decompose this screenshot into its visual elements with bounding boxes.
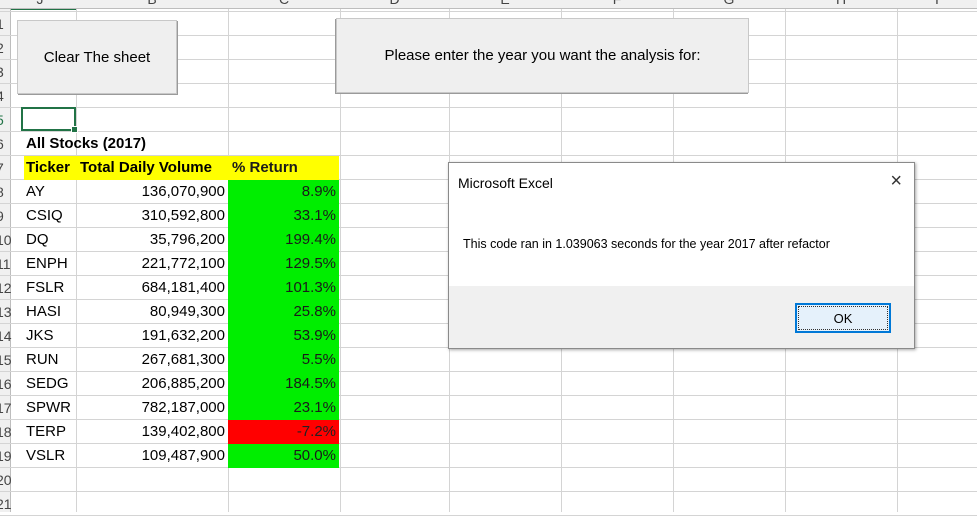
ticker-cell: HASI xyxy=(26,303,62,320)
volume-cell: 221,772,100 xyxy=(141,255,225,272)
return-cell: 199.4% xyxy=(228,228,339,252)
row-header-20[interactable]: 20 xyxy=(0,468,12,492)
close-icon[interactable]: × xyxy=(890,171,902,191)
row-header-19[interactable]: 19 xyxy=(0,444,12,468)
row-header-2[interactable]: 2 xyxy=(0,36,12,60)
row-gridline xyxy=(0,107,977,108)
row-header-9[interactable]: 9 xyxy=(0,204,12,228)
ticker-cell: JKS xyxy=(26,327,54,344)
ok-button[interactable]: OK xyxy=(795,303,891,333)
row-header-6[interactable]: 6 xyxy=(0,132,12,156)
header-ticker: Ticker xyxy=(26,159,70,176)
row-header-3[interactable]: 3 xyxy=(0,60,12,84)
row-header-4[interactable]: 4 xyxy=(0,84,12,108)
volume-cell: 267,681,300 xyxy=(141,351,225,368)
return-cell: 53.9% xyxy=(228,324,339,348)
message-dialog[interactable]: Microsoft Excel × This code ran in 1.039… xyxy=(448,162,915,349)
enter-year-button[interactable]: Please enter the year you want the analy… xyxy=(336,18,749,93)
column-letter: C xyxy=(228,0,340,7)
column-header-f[interactable]: F xyxy=(561,0,673,9)
ticker-cell: TERP xyxy=(26,423,67,440)
dialog-footer: OK xyxy=(449,286,914,348)
column-letter: I xyxy=(897,0,977,7)
volume-cell: 35,796,200 xyxy=(149,231,225,248)
row-header-14[interactable]: 14 xyxy=(0,324,12,348)
volume-cell: 782,187,000 xyxy=(141,399,225,416)
row-header-5[interactable]: 5 xyxy=(0,108,12,132)
header-total-daily-volume: Total Daily Volume xyxy=(80,159,212,176)
return-cell: 101.3% xyxy=(228,276,339,300)
return-cell: 8.9% xyxy=(228,180,339,204)
column-header-b[interactable]: B xyxy=(76,0,228,9)
ticker-cell: ENPH xyxy=(26,255,68,272)
row-header-15[interactable]: 15 xyxy=(0,348,12,372)
column-header-h[interactable]: H xyxy=(785,0,897,9)
ticker-cell: SEDG xyxy=(26,375,69,392)
row-header-11[interactable]: 11 xyxy=(0,252,12,276)
ticker-cell: SPWR xyxy=(26,399,71,416)
ticker-cell: AY xyxy=(26,183,45,200)
row-header-1[interactable]: 1 xyxy=(0,12,12,36)
row-header-17[interactable]: 17 xyxy=(0,396,12,420)
row-header-8[interactable]: 8 xyxy=(0,180,12,204)
return-cell: -7.2% xyxy=(228,420,339,444)
row-header-13[interactable]: 13 xyxy=(0,300,12,324)
dialog-title: Microsoft Excel xyxy=(458,175,553,191)
column-letter: J xyxy=(0,0,80,7)
dialog-message: This code ran in 1.039063 seconds for th… xyxy=(463,237,830,251)
active-cell-a5[interactable] xyxy=(21,107,78,133)
column-header-j[interactable]: J xyxy=(0,0,80,9)
row-header-10[interactable]: 10 xyxy=(0,228,12,252)
column-letter: F xyxy=(561,0,673,7)
return-cell: 129.5% xyxy=(228,252,339,276)
volume-cell: 191,632,200 xyxy=(141,327,225,344)
column-header-i[interactable]: I xyxy=(897,0,977,9)
volume-cell: 310,592,800 xyxy=(141,207,225,224)
row-gridline xyxy=(0,11,977,12)
volume-cell: 109,487,900 xyxy=(141,447,225,464)
ticker-cell: VSLR xyxy=(26,447,66,464)
return-cell: 184.5% xyxy=(228,372,339,396)
ticker-cell: DQ xyxy=(26,231,49,248)
clear-sheet-button[interactable]: Clear The sheet xyxy=(17,20,177,94)
ticker-cell: CSIQ xyxy=(26,207,63,224)
row-header-12[interactable]: 12 xyxy=(0,276,12,300)
row-header-18[interactable]: 18 xyxy=(0,420,12,444)
table-title: All Stocks (2017) xyxy=(26,135,147,152)
column-letter: G xyxy=(673,0,785,7)
row-gridline xyxy=(0,491,977,492)
column-letter: H xyxy=(785,0,897,7)
column-header-c[interactable]: C xyxy=(228,0,340,9)
column-letter: E xyxy=(449,0,561,7)
return-cell: 5.5% xyxy=(228,348,339,372)
header-percent-return: % Return xyxy=(232,159,298,176)
return-cell: 33.1% xyxy=(228,204,339,228)
row-header-21[interactable]: 21 xyxy=(0,492,12,516)
column-letter: B xyxy=(76,0,228,7)
volume-cell: 80,949,300 xyxy=(149,303,225,320)
volume-cell: 136,070,900 xyxy=(141,183,225,200)
volume-cell: 684,181,400 xyxy=(141,279,225,296)
return-cell: 23.1% xyxy=(228,396,339,420)
ticker-cell: FSLR xyxy=(26,279,65,296)
return-cell: 50.0% xyxy=(228,444,339,468)
ticker-cell: RUN xyxy=(26,351,59,368)
column-header-d[interactable]: D xyxy=(340,0,449,9)
column-letter: D xyxy=(340,0,449,7)
column-header-g[interactable]: G xyxy=(673,0,785,9)
volume-cell: 206,885,200 xyxy=(141,375,225,392)
column-header-e[interactable]: E xyxy=(449,0,561,9)
row-header-7[interactable]: 7 xyxy=(0,156,12,180)
return-cell: 25.8% xyxy=(228,300,339,324)
volume-cell: 139,402,800 xyxy=(141,423,225,440)
row-header-16[interactable]: 16 xyxy=(0,372,12,396)
